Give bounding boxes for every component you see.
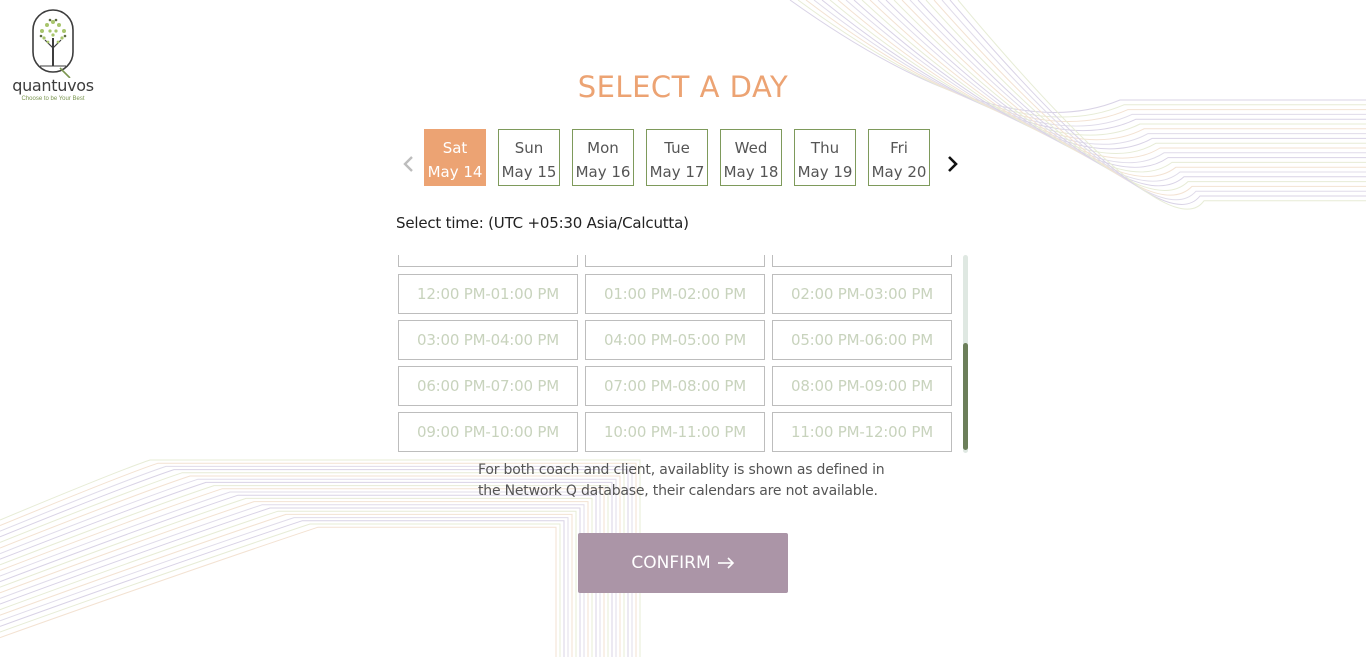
time-slot[interactable]: 06:00 PM-07:00 PM: [398, 366, 578, 406]
confirm-button[interactable]: CONFIRM: [578, 533, 788, 593]
next-week-button[interactable]: [942, 152, 964, 176]
availability-note-line: the Network Q database, their calendars …: [478, 483, 878, 499]
chevron-left-icon: [403, 156, 413, 172]
day-tile[interactable]: Mon May 16: [572, 129, 634, 186]
day-tile[interactable]: Sat May 14: [424, 129, 486, 186]
time-slot[interactable]: 10:00 PM-11:00 PM: [585, 412, 765, 452]
chevron-right-icon: [948, 156, 958, 172]
prev-week-button[interactable]: [398, 152, 418, 176]
availability-note-line: For both coach and client, availablity i…: [478, 462, 885, 478]
day-of-week: Fri: [890, 139, 908, 157]
day-tile[interactable]: Sun May 15: [498, 129, 560, 186]
day-tile[interactable]: Wed May 18: [720, 129, 782, 186]
tree-logo-icon: [32, 9, 74, 78]
time-slot[interactable]: 02:00 PM-03:00 PM: [772, 274, 952, 314]
day-date: May 20: [871, 163, 927, 181]
time-slot[interactable]: 09:00 PM-10:00 PM: [398, 412, 578, 452]
time-slot[interactable]: 08:00 PM-09:00 PM: [772, 366, 952, 406]
day-of-week: Wed: [734, 139, 768, 157]
day-date: May 16: [575, 163, 631, 181]
day-date: May 19: [797, 163, 853, 181]
day-date: May 15: [501, 163, 557, 181]
confirm-label: CONFIRM: [631, 553, 711, 573]
time-slot[interactable]: 12:00 PM-01:00 PM: [398, 274, 578, 314]
day-date: May 14: [427, 163, 483, 181]
day-tile[interactable]: Fri May 20: [868, 129, 930, 186]
timezone-label: Select time: (UTC +05:30 Asia/Calcutta): [396, 214, 689, 232]
time-slot[interactable]: 01:00 PM-02:00 PM: [585, 274, 765, 314]
time-slot-partial[interactable]: [585, 255, 765, 267]
time-slot[interactable]: 04:00 PM-05:00 PM: [585, 320, 765, 360]
slot-scrollbar-thumb[interactable]: [963, 343, 968, 450]
time-slot[interactable]: 07:00 PM-08:00 PM: [585, 366, 765, 406]
time-slot[interactable]: 11:00 PM-12:00 PM: [772, 412, 952, 452]
time-slot-list[interactable]: 12:00 PM-01:00 PM 01:00 PM-02:00 PM 02:00 …: [396, 255, 958, 453]
time-slot-partial[interactable]: [398, 255, 578, 267]
time-slot-partial[interactable]: [772, 255, 952, 267]
day-date: May 17: [649, 163, 705, 181]
day-of-week: Tue: [664, 139, 690, 157]
day-of-week: Mon: [587, 139, 619, 157]
day-of-week: Sat: [442, 139, 468, 157]
day-tile[interactable]: Tue May 17: [646, 129, 708, 186]
day-tile[interactable]: Thu May 19: [794, 129, 856, 186]
time-slot[interactable]: 05:00 PM-06:00 PM: [772, 320, 952, 360]
day-date: May 18: [723, 163, 779, 181]
page-title: SELECT A DAY: [577, 70, 789, 104]
time-slot[interactable]: 03:00 PM-04:00 PM: [398, 320, 578, 360]
availability-note: For both coach and client, availablity i…: [478, 460, 898, 502]
day-of-week: Thu: [810, 139, 840, 157]
day-of-week: Sun: [514, 139, 544, 157]
arrow-right-icon: [717, 557, 734, 569]
